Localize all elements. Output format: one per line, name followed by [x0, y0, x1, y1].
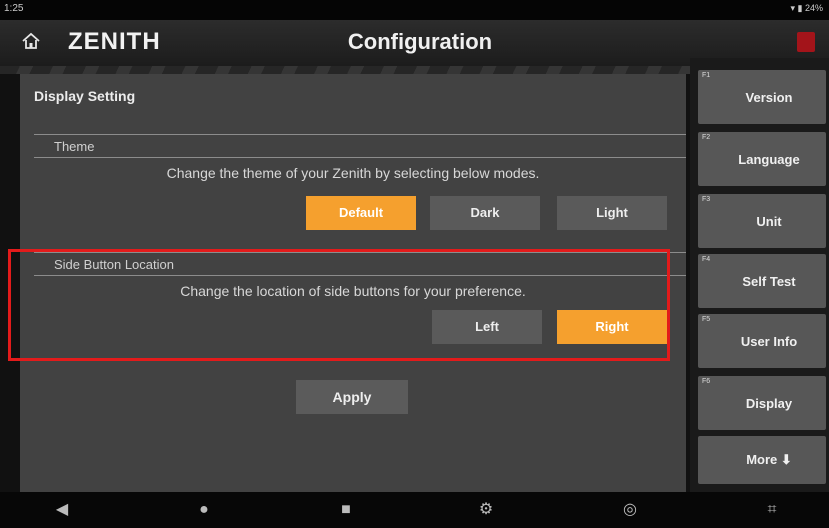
navigation-bar: ◀ ● ■ ⚙ ◎ ⌗ [0, 492, 829, 528]
theme-header-label: Theme [54, 139, 95, 154]
settings-gear-icon[interactable]: ⚙ [474, 498, 498, 522]
fkey-more[interactable]: More ⬇ [698, 436, 826, 484]
header-decoration [0, 66, 690, 74]
fkey-self-test[interactable]: F4 Self Test [698, 254, 826, 308]
fkey-label: Display [745, 396, 793, 411]
back-icon[interactable]: ◀ [50, 498, 74, 522]
fkey-number: F2 [702, 134, 711, 141]
fkey-number: F6 [702, 378, 711, 385]
fkey-label: Language [738, 152, 800, 167]
status-time: 1:25 [4, 3, 24, 14]
highlight-box [8, 249, 670, 361]
page-title: Configuration [347, 29, 493, 54]
side-function-keys: F1 Version F2 Language F3 Unit F4 Self T… [690, 58, 829, 492]
fkey-version[interactable]: F1 Version [698, 70, 826, 124]
fkey-number: F1 [702, 72, 711, 79]
fkey-label: Version [745, 90, 793, 105]
fkey-label: More ⬇ [746, 452, 792, 467]
theme-description: Change the theme of your Zenith by selec… [166, 165, 540, 181]
zenith-logo: ZENITH [68, 28, 161, 55]
fkey-label: Unit [756, 214, 782, 229]
fkey-language[interactable]: F2 Language [698, 132, 826, 186]
fkey-unit[interactable]: F3 Unit [698, 194, 826, 248]
exit-icon[interactable] [797, 32, 815, 52]
home-icon[interactable] [20, 30, 42, 52]
section-title: Display Setting [34, 88, 136, 104]
fkey-label: Self Test [742, 274, 796, 289]
theme-dark-button[interactable]: Dark [430, 196, 540, 230]
fkey-number: F4 [702, 256, 711, 263]
fkey-number: F3 [702, 196, 711, 203]
theme-light-button[interactable]: Light [557, 196, 667, 230]
apply-button[interactable]: Apply [296, 380, 408, 414]
circle-app-icon[interactable]: ◎ [618, 498, 642, 522]
recents-icon[interactable]: ■ [334, 498, 358, 522]
home-nav-icon[interactable]: ● [192, 498, 216, 522]
theme-section-header: Theme [34, 134, 686, 158]
screenshot-icon[interactable]: ⌗ [760, 498, 784, 522]
fkey-display[interactable]: F6 Display [698, 376, 826, 430]
fkey-user-info[interactable]: F5 User Info [698, 314, 826, 368]
status-bar: 1:25 ▾ ▮ 24% [0, 0, 829, 20]
fkey-number: F5 [702, 316, 711, 323]
fkey-label: User Info [740, 334, 798, 349]
theme-default-button[interactable]: Default [306, 196, 416, 230]
status-indicators: ▾ ▮ 24% [790, 3, 823, 13]
